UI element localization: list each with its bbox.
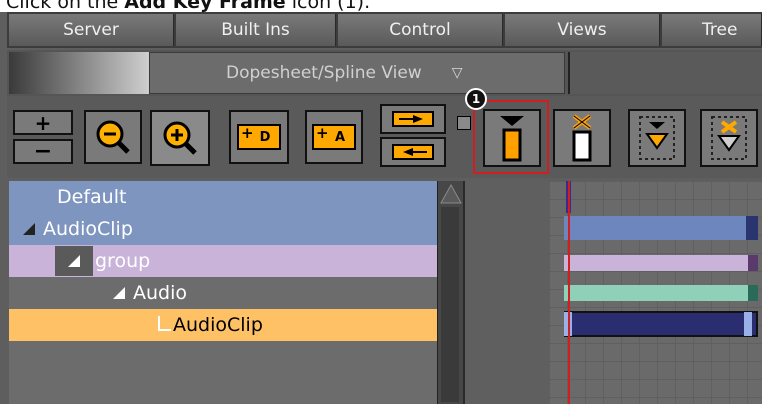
tree-scrollbar[interactable] <box>437 181 464 404</box>
menu-built-ins[interactable]: Built Ins <box>176 14 336 46</box>
tree-row-label: Default <box>57 186 127 208</box>
add-d-icon: + D <box>237 124 281 150</box>
menu-views[interactable]: Views <box>505 14 660 46</box>
tree-row-label: group <box>95 250 151 272</box>
magnifier-minus-icon <box>96 120 130 154</box>
shift-left-icon <box>392 144 434 160</box>
playhead-line[interactable] <box>568 181 570 404</box>
keyframe-column <box>463 181 549 404</box>
add-a-label: A <box>334 129 346 145</box>
shift-right-button[interactable] <box>380 104 446 134</box>
zoom-in-button[interactable] <box>150 110 210 166</box>
tree-row-audio[interactable]: Audio <box>9 277 437 309</box>
add-key-frame-all-button[interactable] <box>628 109 686 167</box>
tree-panel: Default AudioClip group Audio AudioClip <box>9 181 437 404</box>
menu-server[interactable]: Server <box>9 14 174 46</box>
menu-tree[interactable]: Tree <box>662 14 762 46</box>
menu-control[interactable]: Control <box>338 14 503 46</box>
delete-key-frame-icon <box>572 114 592 162</box>
expand-triangle-icon <box>113 287 125 299</box>
tree-row-label: Audio <box>133 282 188 304</box>
shift-left-button[interactable] <box>380 137 446 167</box>
tree-connector-icon <box>158 316 171 331</box>
timeline-panel <box>549 181 762 404</box>
tree-row-group[interactable]: group <box>9 245 437 277</box>
shift-right-icon <box>392 111 434 127</box>
timeline-track-audioclip[interactable] <box>564 216 758 240</box>
view-selector-value: Dopesheet/Spline View <box>226 63 422 83</box>
add-key-frame-icon <box>500 116 524 162</box>
expand-triangle-icon <box>68 255 80 267</box>
tree-row-audioclip[interactable]: AudioClip <box>9 213 437 245</box>
group-toggle[interactable] <box>55 246 93 276</box>
timeline-track-group[interactable] <box>564 255 758 271</box>
delete-key-frame-all-icon <box>711 116 747 160</box>
view-gradient-strip <box>9 52 149 94</box>
menu-bar: Server Built Ins Control Views Tree <box>7 12 762 48</box>
delete-key-frame-button[interactable] <box>553 109 611 167</box>
view-bar-right-panel <box>568 52 762 94</box>
delete-key-frame-all-button[interactable] <box>700 109 758 167</box>
zoom-minus-button[interactable]: − <box>13 139 73 164</box>
tree-row-audioclip-leaf[interactable]: AudioClip <box>9 309 437 341</box>
zoom-plus-button[interactable]: + <box>13 110 73 135</box>
add-key-frame-all-icon <box>639 116 675 160</box>
expand-triangle-icon <box>23 223 35 235</box>
splitter-handle[interactable] <box>457 116 471 130</box>
clip-end-handle[interactable] <box>744 312 752 336</box>
callout-badge: 1 <box>465 88 487 110</box>
scroll-up-arrow-icon[interactable] <box>439 183 463 205</box>
timeline-track-audioclip-leaf[interactable] <box>564 311 758 337</box>
view-selector-dropdown[interactable]: Dopesheet/Spline View ▽ <box>149 52 565 94</box>
timeline-track-audio[interactable] <box>564 285 758 301</box>
add-d-label: D <box>259 129 271 145</box>
tree-row-label: AudioClip <box>173 314 263 336</box>
add-d-button[interactable]: + D <box>229 110 289 164</box>
tree-row-label: AudioClip <box>43 218 133 240</box>
magnifier-plus-icon <box>163 121 197 155</box>
add-a-button[interactable]: + A <box>305 110 363 164</box>
zoom-out-button[interactable] <box>84 110 142 164</box>
add-a-icon: + A <box>312 124 356 150</box>
scroll-track[interactable] <box>441 207 459 402</box>
chevron-down-icon: ▽ <box>451 65 463 81</box>
tree-row-default[interactable]: Default <box>9 181 437 213</box>
add-key-frame-button[interactable] <box>483 109 541 167</box>
